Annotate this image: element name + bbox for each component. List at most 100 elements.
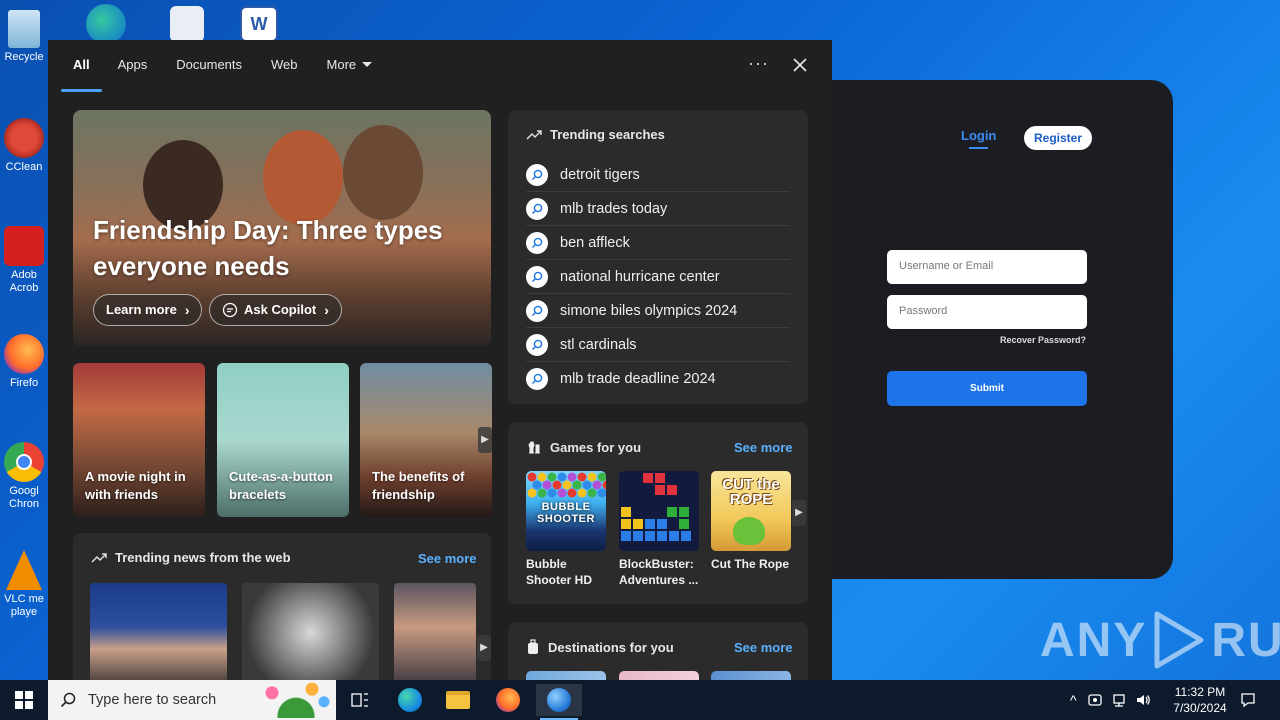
tab-web[interactable]: Web <box>259 40 310 92</box>
hero-card[interactable]: Friendship Day: Three types everyone nee… <box>73 110 491 346</box>
card-caption: Cute-as-a-button bracelets <box>229 469 333 502</box>
register-button[interactable]: Register <box>1024 126 1093 150</box>
taskbar-search-box[interactable]: Type here to search <box>48 680 336 720</box>
bubble-shape <box>587 488 597 498</box>
destinations-see-more-link[interactable]: See more <box>734 640 793 655</box>
bubble-shape <box>562 480 572 490</box>
trending-search-item[interactable]: mlb trade deadline 2024 <box>526 362 790 396</box>
trending-search-item[interactable]: simone biles olympics 2024 <box>526 294 790 328</box>
chrome-icon[interactable]: Googl Chron <box>0 442 48 511</box>
file-explorer-button[interactable] <box>438 684 478 716</box>
firefox-icon[interactable]: Firefo <box>0 334 48 390</box>
volume-icon[interactable] <box>1135 692 1151 708</box>
bubble-shape <box>582 480 592 490</box>
news-see-more-link[interactable]: See more <box>418 551 477 566</box>
tab-label: More <box>326 57 357 72</box>
search-icon <box>60 692 76 708</box>
learn-more-button[interactable]: Learn more › <box>93 294 203 326</box>
search-placeholder: Type here to search <box>88 692 217 708</box>
desktop-icon-label: Adob Acrob <box>9 269 39 294</box>
tab-more[interactable]: More <box>315 40 385 92</box>
ask-copilot-button[interactable]: Ask Copilot › <box>209 294 342 326</box>
acrobat-icon[interactable]: Adob Acrob <box>0 226 48 295</box>
tab-documents[interactable]: Documents <box>164 40 254 92</box>
luggage-icon <box>528 639 538 654</box>
news-thumbnail[interactable] <box>90 583 227 680</box>
destination-thumbnail[interactable] <box>711 671 791 680</box>
network-icon[interactable] <box>1111 692 1127 708</box>
trending-search-item[interactable]: national hurricane center <box>526 260 790 294</box>
word-desktop-icon[interactable]: W <box>240 6 278 42</box>
news-next-button[interactable]: ▶ <box>477 635 491 661</box>
search-taskbar-button[interactable] <box>536 684 582 720</box>
news-thumbnail[interactable] <box>242 583 379 680</box>
bubble-shape <box>537 488 547 498</box>
card-friendship[interactable]: The benefits of friendship <box>360 363 492 517</box>
trending-search-item[interactable]: detroit tigers <box>526 158 790 192</box>
trending-search-text: mlb trade deadline 2024 <box>560 371 716 387</box>
trending-search-item[interactable]: ben affleck <box>526 226 790 260</box>
chevron-up-icon[interactable]: ^ <box>1070 692 1077 708</box>
bubble-shape <box>577 472 587 482</box>
game-tile-text: BUBBLE SHOOTER <box>537 501 595 525</box>
password-field[interactable]: Password <box>887 295 1087 329</box>
blockbuster-tile[interactable] <box>619 471 699 551</box>
ccleaner-icon[interactable]: CClean <box>0 118 48 174</box>
taskbar: Type here to search ^ 11:32 PM 7/30/2024 <box>0 680 1280 720</box>
cards-next-button[interactable]: ▶ <box>478 427 492 453</box>
search-highlight-image <box>256 682 336 718</box>
edge-icon <box>398 688 422 712</box>
trending-search-text: simone biles olympics 2024 <box>560 302 738 319</box>
edge-taskbar-button[interactable] <box>390 684 430 716</box>
bubble-shooter-tile[interactable]: BUBBLE SHOOTER <box>526 471 606 551</box>
submit-button[interactable]: Submit <box>887 371 1087 406</box>
username-field[interactable]: Username or Email <box>887 250 1087 284</box>
destination-thumbnail[interactable] <box>526 671 606 680</box>
task-view-button[interactable] <box>340 684 380 716</box>
bubble-shape <box>542 480 552 490</box>
more-options-button[interactable]: ··· <box>748 53 769 74</box>
card-bracelets[interactable]: Cute-as-a-button bracelets <box>217 363 349 517</box>
games-next-button[interactable]: ▶ <box>792 500 806 526</box>
search-icon <box>526 231 548 254</box>
edge-desktop-icon[interactable] <box>86 4 126 44</box>
login-tab[interactable]: Login <box>961 128 996 149</box>
chevron-down-icon <box>362 62 373 67</box>
play-logo-icon <box>1154 611 1204 669</box>
recycle-bin-icon[interactable]: Recycle <box>0 10 48 64</box>
chat-bubble-icon <box>222 302 238 318</box>
button-label: Ask Copilot <box>244 302 317 317</box>
news-thumbnail[interactable] <box>394 583 476 680</box>
bubble-shape <box>537 472 547 482</box>
bubble-shape <box>577 488 587 498</box>
bubble-shape <box>552 480 562 490</box>
tab-all[interactable]: All <box>61 40 102 92</box>
games-see-more-link[interactable]: See more <box>734 440 793 455</box>
start-button[interactable] <box>0 680 48 720</box>
notifications-button[interactable] <box>1228 684 1268 716</box>
cut-the-rope-tile[interactable]: CUT the ROPE <box>711 471 791 551</box>
search-flyout: All Apps Documents Web More ··· Friendsh… <box>48 40 832 680</box>
meet-now-icon[interactable] <box>1087 692 1103 708</box>
close-icon[interactable] <box>790 55 810 75</box>
destination-thumbnail[interactable] <box>619 671 699 680</box>
trending-search-item[interactable]: mlb trades today <box>526 192 790 226</box>
tab-apps[interactable]: Apps <box>106 40 160 92</box>
document-desktop-icon[interactable] <box>170 6 204 42</box>
recover-password-link[interactable]: Recover Password? <box>1000 335 1086 345</box>
system-tray: ^ <box>1070 680 1151 720</box>
bubble-shape <box>567 488 577 498</box>
folder-icon <box>446 691 470 709</box>
card-movie-night[interactable]: A movie night in with friends <box>73 363 205 517</box>
chess-icon <box>528 441 540 454</box>
watermark-text-right: RUN <box>1211 613 1280 667</box>
trending-news-section: Trending news from the web See more ▶ <box>73 533 491 680</box>
bubble-shape <box>597 472 606 482</box>
search-icon <box>526 197 548 220</box>
firefox-icon <box>496 688 520 712</box>
desktop-icon-label: Recycle <box>4 51 44 63</box>
firefox-taskbar-button[interactable] <box>488 684 528 716</box>
search-tabs: All Apps Documents Web More <box>48 40 832 92</box>
trending-search-item[interactable]: stl cardinals <box>526 328 790 362</box>
vlc-icon[interactable]: VLC me playe <box>0 550 48 619</box>
